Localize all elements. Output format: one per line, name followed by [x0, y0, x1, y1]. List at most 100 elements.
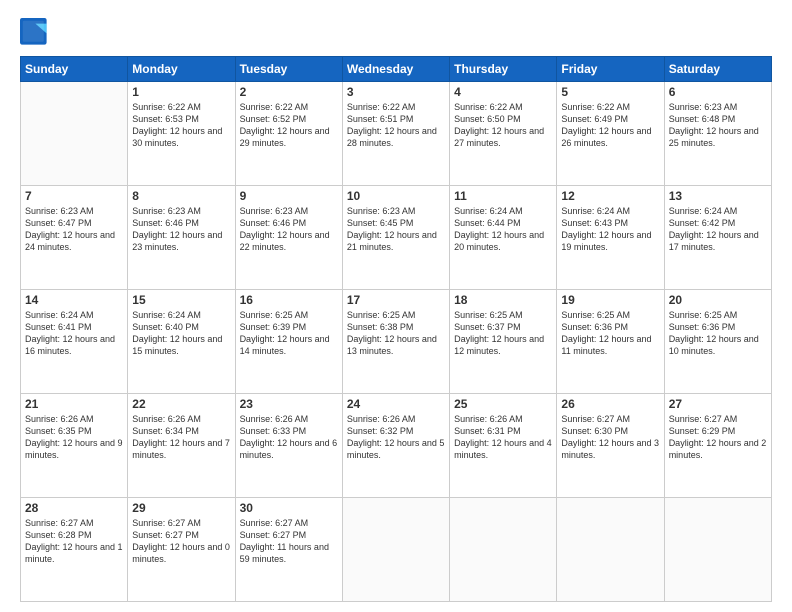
day-info: Sunrise: 6:26 AM Sunset: 6:34 PM Dayligh…	[132, 413, 230, 462]
calendar-cell: 2Sunrise: 6:22 AM Sunset: 6:52 PM Daylig…	[235, 82, 342, 186]
day-number: 11	[454, 189, 552, 203]
day-number: 22	[132, 397, 230, 411]
day-info: Sunrise: 6:26 AM Sunset: 6:33 PM Dayligh…	[240, 413, 338, 462]
calendar-cell: 1 Sunrise: 6:22 AM Sunset: 6:53 PM Daylig…	[128, 82, 235, 186]
calendar-cell: 17Sunrise: 6:25 AM Sunset: 6:38 PM Dayli…	[342, 290, 449, 394]
day-info: Sunrise: 6:22 AM Sunset: 6:51 PM Dayligh…	[347, 101, 445, 150]
day-number: 15	[132, 293, 230, 307]
calendar-cell	[450, 498, 557, 602]
day-number: 27	[669, 397, 767, 411]
day-info: Sunrise: 6:25 AM Sunset: 6:37 PM Dayligh…	[454, 309, 552, 358]
calendar-week-row: 21Sunrise: 6:26 AM Sunset: 6:35 PM Dayli…	[21, 394, 772, 498]
calendar-cell: 29 Sunrise: 6:27 AM Sunset: 6:27 PM Dayli…	[128, 498, 235, 602]
weekday-header: Saturday	[664, 57, 771, 82]
day-info: Sunrise: 6:26 AM Sunset: 6:31 PM Dayligh…	[454, 413, 552, 462]
day-number: 1	[132, 85, 230, 99]
day-info: Sunrise: 6:23 AM Sunset: 6:47 PM Dayligh…	[25, 205, 123, 254]
day-number: 25	[454, 397, 552, 411]
calendar-cell: 26 Sunrise: 6:27 AM Sunset: 6:30 PM Dayli…	[557, 394, 664, 498]
day-number: 14	[25, 293, 123, 307]
calendar-cell: 18 Sunrise: 6:25 AM Sunset: 6:37 PM Dayli…	[450, 290, 557, 394]
day-number: 5	[561, 85, 659, 99]
calendar-cell: 5Sunrise: 6:22 AM Sunset: 6:49 PM Daylig…	[557, 82, 664, 186]
calendar-cell: 21Sunrise: 6:26 AM Sunset: 6:35 PM Dayli…	[21, 394, 128, 498]
calendar-week-row: 28 Sunrise: 6:27 AM Sunset: 6:28 PM Dayli…	[21, 498, 772, 602]
day-number: 12	[561, 189, 659, 203]
calendar-week-row: 1 Sunrise: 6:22 AM Sunset: 6:53 PM Daylig…	[21, 82, 772, 186]
calendar-cell: 25 Sunrise: 6:26 AM Sunset: 6:31 PM Dayli…	[450, 394, 557, 498]
day-number: 9	[240, 189, 338, 203]
calendar-cell	[664, 498, 771, 602]
calendar-cell: 13Sunrise: 6:24 AM Sunset: 6:42 PM Dayli…	[664, 186, 771, 290]
weekday-header: Sunday	[21, 57, 128, 82]
day-number: 19	[561, 293, 659, 307]
calendar-cell: 24 Sunrise: 6:26 AM Sunset: 6:32 PM Dayli…	[342, 394, 449, 498]
day-number: 29	[132, 501, 230, 515]
day-info: Sunrise: 6:23 AM Sunset: 6:48 PM Dayligh…	[669, 101, 767, 150]
calendar-header-row: SundayMondayTuesdayWednesdayThursdayFrid…	[21, 57, 772, 82]
logo	[20, 18, 52, 46]
calendar-cell: 12 Sunrise: 6:24 AM Sunset: 6:43 PM Dayli…	[557, 186, 664, 290]
calendar-week-row: 14 Sunrise: 6:24 AM Sunset: 6:41 PM Dayli…	[21, 290, 772, 394]
day-number: 3	[347, 85, 445, 99]
weekday-header: Thursday	[450, 57, 557, 82]
logo-icon	[20, 18, 48, 46]
day-info: Sunrise: 6:24 AM Sunset: 6:43 PM Dayligh…	[561, 205, 659, 254]
day-number: 8	[132, 189, 230, 203]
day-info: Sunrise: 6:26 AM Sunset: 6:32 PM Dayligh…	[347, 413, 445, 462]
calendar-cell: 30 Sunrise: 6:27 AM Sunset: 6:27 PM Dayli…	[235, 498, 342, 602]
calendar-cell: 10 Sunrise: 6:23 AM Sunset: 6:45 PM Dayli…	[342, 186, 449, 290]
calendar-cell	[21, 82, 128, 186]
day-number: 30	[240, 501, 338, 515]
day-info: Sunrise: 6:23 AM Sunset: 6:46 PM Dayligh…	[132, 205, 230, 254]
day-number: 4	[454, 85, 552, 99]
day-number: 28	[25, 501, 123, 515]
calendar-cell: 6 Sunrise: 6:23 AM Sunset: 6:48 PM Daylig…	[664, 82, 771, 186]
header	[20, 18, 772, 46]
calendar-cell: 15 Sunrise: 6:24 AM Sunset: 6:40 PM Dayli…	[128, 290, 235, 394]
calendar-cell: 9Sunrise: 6:23 AM Sunset: 6:46 PM Daylig…	[235, 186, 342, 290]
day-info: Sunrise: 6:25 AM Sunset: 6:36 PM Dayligh…	[561, 309, 659, 358]
day-number: 10	[347, 189, 445, 203]
day-number: 6	[669, 85, 767, 99]
day-info: Sunrise: 6:24 AM Sunset: 6:40 PM Dayligh…	[132, 309, 230, 358]
day-info: Sunrise: 6:27 AM Sunset: 6:29 PM Dayligh…	[669, 413, 767, 462]
day-number: 13	[669, 189, 767, 203]
calendar-cell: 8 Sunrise: 6:23 AM Sunset: 6:46 PM Daylig…	[128, 186, 235, 290]
weekday-header: Wednesday	[342, 57, 449, 82]
calendar-cell: 19 Sunrise: 6:25 AM Sunset: 6:36 PM Dayli…	[557, 290, 664, 394]
day-info: Sunrise: 6:22 AM Sunset: 6:53 PM Dayligh…	[132, 101, 230, 150]
weekday-header: Monday	[128, 57, 235, 82]
day-info: Sunrise: 6:27 AM Sunset: 6:27 PM Dayligh…	[240, 517, 338, 566]
calendar-cell: 27 Sunrise: 6:27 AM Sunset: 6:29 PM Dayli…	[664, 394, 771, 498]
day-info: Sunrise: 6:23 AM Sunset: 6:45 PM Dayligh…	[347, 205, 445, 254]
day-info: Sunrise: 6:24 AM Sunset: 6:41 PM Dayligh…	[25, 309, 123, 358]
day-info: Sunrise: 6:27 AM Sunset: 6:28 PM Dayligh…	[25, 517, 123, 566]
day-number: 16	[240, 293, 338, 307]
calendar-week-row: 7 Sunrise: 6:23 AM Sunset: 6:47 PM Daylig…	[21, 186, 772, 290]
day-info: Sunrise: 6:25 AM Sunset: 6:36 PM Dayligh…	[669, 309, 767, 358]
day-number: 7	[25, 189, 123, 203]
day-info: Sunrise: 6:25 AM Sunset: 6:39 PM Dayligh…	[240, 309, 338, 358]
calendar-cell: 22 Sunrise: 6:26 AM Sunset: 6:34 PM Dayli…	[128, 394, 235, 498]
page: SundayMondayTuesdayWednesdayThursdayFrid…	[0, 0, 792, 612]
day-info: Sunrise: 6:24 AM Sunset: 6:44 PM Dayligh…	[454, 205, 552, 254]
calendar-cell: 7 Sunrise: 6:23 AM Sunset: 6:47 PM Daylig…	[21, 186, 128, 290]
day-info: Sunrise: 6:27 AM Sunset: 6:27 PM Dayligh…	[132, 517, 230, 566]
calendar-cell: 20Sunrise: 6:25 AM Sunset: 6:36 PM Dayli…	[664, 290, 771, 394]
weekday-header: Tuesday	[235, 57, 342, 82]
day-number: 23	[240, 397, 338, 411]
day-number: 18	[454, 293, 552, 307]
calendar-cell: 16 Sunrise: 6:25 AM Sunset: 6:39 PM Dayli…	[235, 290, 342, 394]
calendar-cell: 14 Sunrise: 6:24 AM Sunset: 6:41 PM Dayli…	[21, 290, 128, 394]
calendar-cell	[342, 498, 449, 602]
weekday-header: Friday	[557, 57, 664, 82]
day-number: 21	[25, 397, 123, 411]
day-info: Sunrise: 6:27 AM Sunset: 6:30 PM Dayligh…	[561, 413, 659, 462]
day-number: 2	[240, 85, 338, 99]
calendar-table: SundayMondayTuesdayWednesdayThursdayFrid…	[20, 56, 772, 602]
calendar-cell: 4Sunrise: 6:22 AM Sunset: 6:50 PM Daylig…	[450, 82, 557, 186]
day-number: 26	[561, 397, 659, 411]
calendar-cell: 3 Sunrise: 6:22 AM Sunset: 6:51 PM Daylig…	[342, 82, 449, 186]
day-number: 24	[347, 397, 445, 411]
